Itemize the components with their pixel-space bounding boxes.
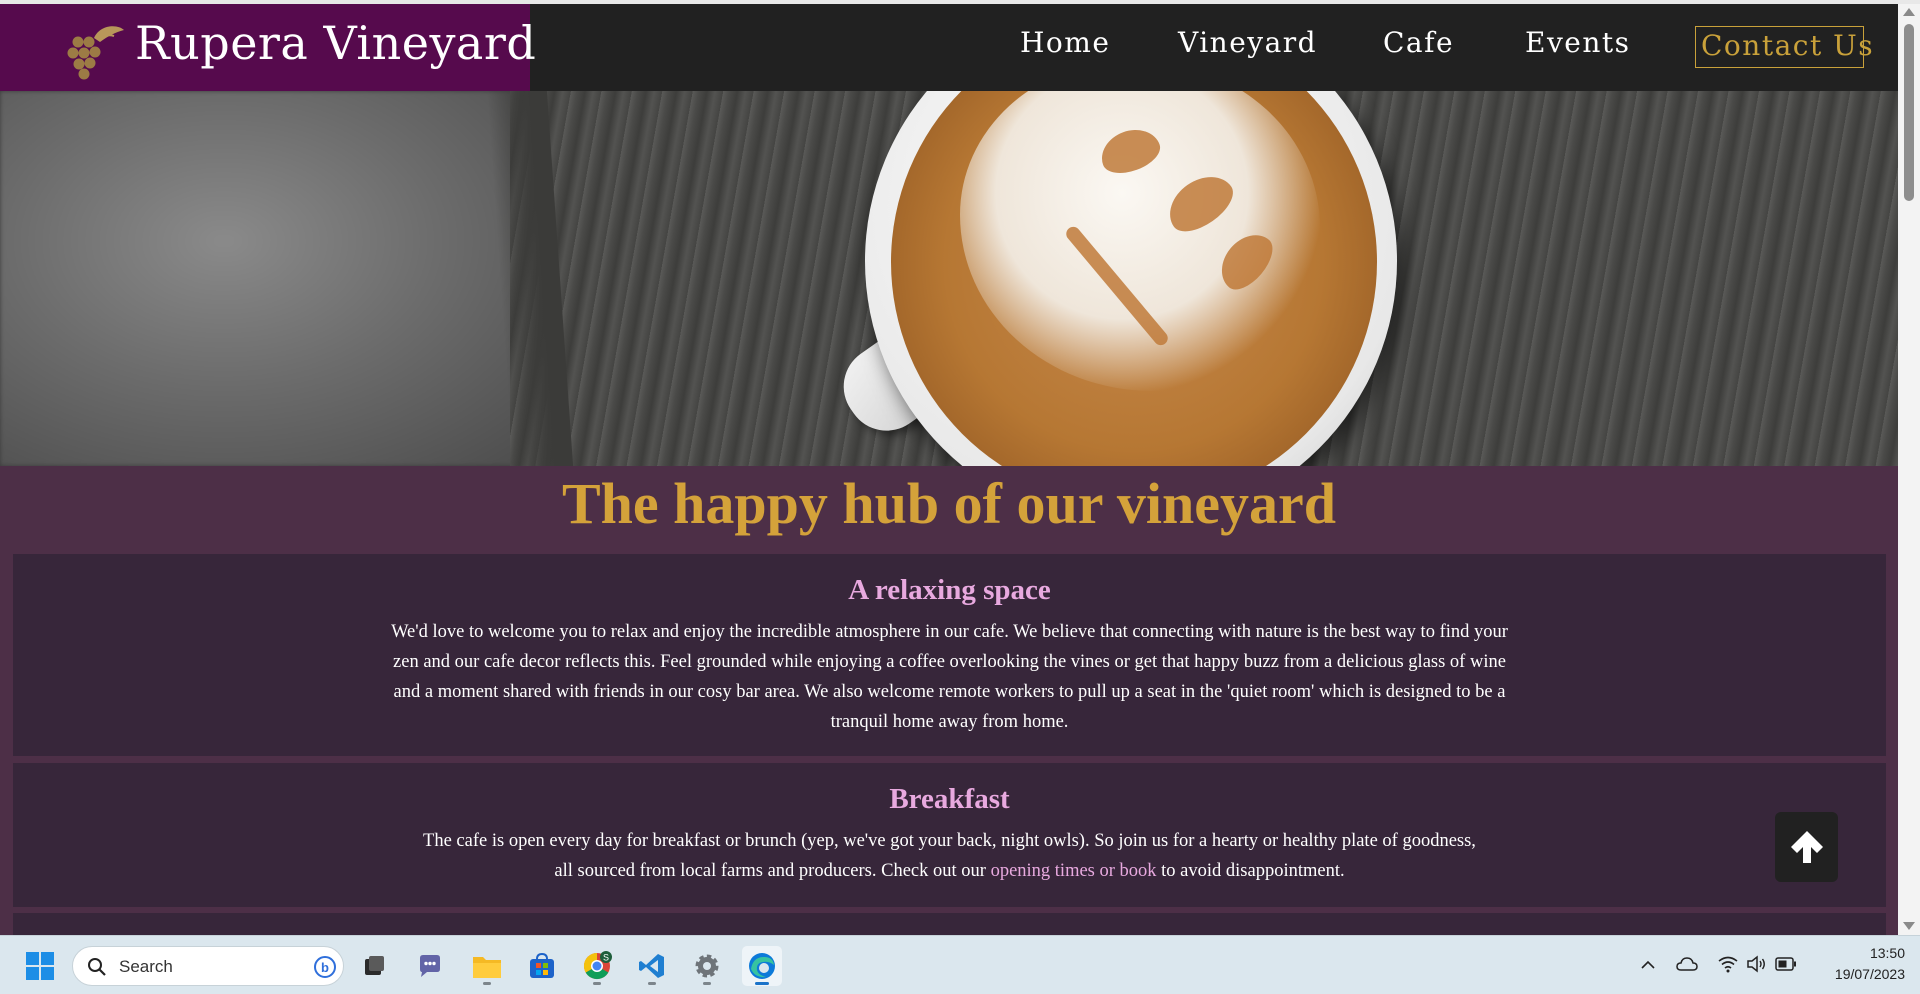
search-icon [88, 958, 106, 976]
teams-chat-icon [420, 955, 440, 977]
windows-start-icon [26, 952, 54, 980]
task-view-button[interactable] [354, 946, 394, 986]
nav-events[interactable]: Events [1525, 26, 1630, 59]
brand-name: Rupera Vineyard [135, 16, 537, 70]
scroll-up-arrow-icon[interactable] [1903, 8, 1915, 16]
file-explorer-button[interactable] [467, 946, 507, 986]
back-to-top-button[interactable] [1775, 812, 1838, 882]
settings-button[interactable] [687, 946, 727, 986]
microsoft-store-button[interactable] [522, 946, 562, 986]
section-text: The cafe is open every day for breakfast… [423, 831, 1476, 881]
svg-text:S: S [603, 953, 609, 963]
nav-vineyard[interactable]: Vineyard [1178, 26, 1317, 59]
section-breakfast: Breakfast The cafe is open every day for… [13, 763, 1886, 907]
taskbar-search-box[interactable]: Search b [72, 946, 344, 986]
edge-icon [749, 953, 775, 979]
microsoft-store-icon [530, 952, 554, 978]
scroll-down-arrow-icon[interactable] [1903, 922, 1915, 930]
section-text: We'd love to welcome you to relax and en… [391, 622, 1508, 732]
chevron-up-icon[interactable] [1640, 958, 1656, 972]
search-placeholder: Search [119, 957, 173, 976]
nav-cafe[interactable]: Cafe [1383, 26, 1454, 59]
page-scrollbar[interactable] [1898, 4, 1920, 935]
clock-date[interactable]: 19/07/2023 [1805, 966, 1905, 982]
teams-chat-button[interactable] [410, 946, 450, 986]
browser-viewport: Rupera Vineyard Home Vineyard Cafe Event… [0, 0, 1920, 935]
vscode-button[interactable] [632, 946, 672, 986]
arrow-up-icon [1790, 831, 1823, 863]
chrome-icon: S [583, 951, 612, 980]
vscode-icon [639, 954, 664, 978]
brand-block[interactable]: Rupera Vineyard [0, 4, 536, 91]
section-title: A relaxing space [848, 574, 1051, 606]
chrome-button[interactable]: S [577, 946, 617, 986]
hero-coffee-image [0, 91, 1898, 466]
opening-times-link[interactable]: opening times or book [991, 861, 1157, 881]
scroll-thumb[interactable] [1904, 24, 1914, 201]
battery-icon[interactable] [1775, 957, 1797, 971]
nav-contact-button[interactable]: Contact Us [1695, 26, 1873, 68]
task-view-icon [365, 956, 384, 975]
start-button[interactable] [20, 946, 60, 986]
site-navbar: Rupera Vineyard Home Vineyard Cafe Event… [0, 4, 1898, 91]
edge-button[interactable] [742, 946, 782, 986]
volume-icon[interactable] [1746, 955, 1766, 973]
folder-icon [473, 957, 501, 978]
section-next-partial [13, 913, 1886, 935]
bing-icon[interactable]: b [313, 955, 337, 979]
nav-home[interactable]: Home [1020, 26, 1110, 59]
settings-icon [695, 954, 719, 978]
clock-time[interactable]: 13:50 [1815, 945, 1905, 961]
page-heading: The happy hub of our vineyard [561, 471, 1337, 536]
onedrive-cloud-icon[interactable] [1676, 956, 1698, 972]
windows-taskbar: Search b S 13:50 19/07/2023 [0, 935, 1920, 994]
wifi-icon[interactable] [1718, 955, 1738, 973]
section-relaxing-space: A relaxing space We'd love to welcome yo… [13, 554, 1886, 756]
section-title: Breakfast [889, 783, 1010, 815]
svg-text:b: b [321, 960, 329, 975]
grape-logo-icon [67, 26, 124, 80]
